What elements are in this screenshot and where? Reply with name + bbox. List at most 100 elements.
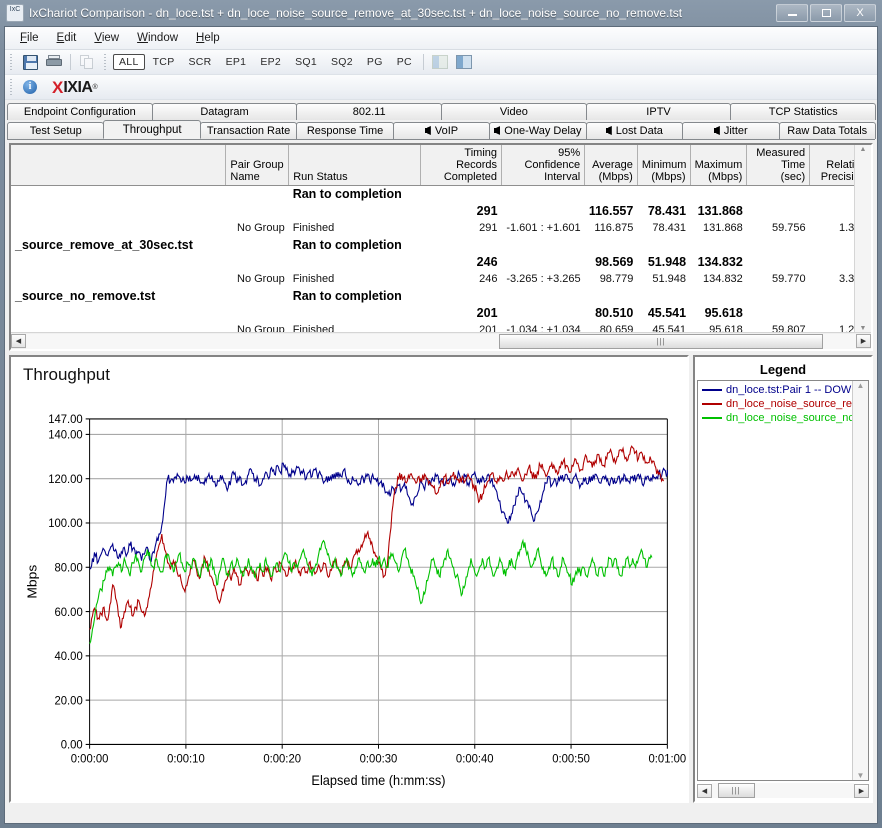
maximize-button[interactable] bbox=[810, 4, 842, 22]
table-row[interactable]: _source_remove_at_30sec.tst Ran to comple… bbox=[11, 237, 871, 254]
hscroll-track[interactable]: ||| bbox=[26, 333, 856, 349]
legend-scroll-left-icon[interactable]: ◀ bbox=[697, 783, 712, 798]
y-tick-label: 40.00 bbox=[54, 650, 83, 664]
tab-lost-data[interactable]: Lost Data bbox=[585, 122, 684, 139]
save-button[interactable] bbox=[19, 52, 41, 72]
filter-button-ep1[interactable]: EP1 bbox=[220, 54, 253, 70]
split-pane-button[interactable] bbox=[429, 52, 451, 72]
filter-button-ep2[interactable]: EP2 bbox=[254, 54, 287, 70]
col-header-95-confidence-interval[interactable]: 95% Confidence Interval bbox=[501, 145, 586, 186]
tab-throughput[interactable]: Throughput bbox=[103, 120, 201, 139]
copy-icon bbox=[80, 54, 94, 70]
tab-test-setup[interactable]: Test Setup bbox=[7, 122, 105, 139]
filter-button-sq2[interactable]: SQ2 bbox=[325, 54, 359, 70]
legend-item[interactable]: dn_loce_noise_source_rer bbox=[701, 397, 868, 411]
col-header-blank[interactable] bbox=[11, 145, 227, 186]
table-row[interactable]: 201 80.510 45.541 95.618 bbox=[11, 305, 871, 322]
filter-button-scr[interactable]: SCR bbox=[183, 54, 218, 70]
toolbar-grip[interactable] bbox=[9, 54, 15, 70]
cell-min: 51.948 bbox=[652, 273, 687, 285]
legend-label: dn_loce_noise_source_nc bbox=[726, 412, 854, 424]
filter-button-all[interactable]: ALL bbox=[113, 54, 145, 70]
tab-tcp-statistics[interactable]: TCP Statistics bbox=[730, 103, 877, 120]
cell-records: 246 bbox=[476, 255, 498, 269]
legend-horizontal-scrollbar[interactable]: ◀ ||| ▶ bbox=[697, 782, 869, 799]
cell-records bbox=[420, 237, 501, 254]
tab-one-way-delay[interactable]: One-Way Delay bbox=[489, 122, 587, 139]
tab-voip[interactable]: VoIP bbox=[392, 122, 491, 139]
legend-hscroll-track[interactable]: ||| bbox=[712, 783, 854, 798]
scroll-up-icon[interactable]: ▲ bbox=[860, 145, 867, 154]
tab-jitter[interactable]: Jitter bbox=[682, 122, 780, 139]
cell-min bbox=[637, 186, 690, 204]
tab-datagram[interactable]: Datagram bbox=[151, 103, 298, 120]
tab-iptv[interactable]: IPTV bbox=[585, 103, 732, 120]
tab-response-time[interactable]: Response Time bbox=[296, 122, 394, 139]
filter-button-pc[interactable]: PC bbox=[391, 54, 418, 70]
legend-scroll-right-icon[interactable]: ▶ bbox=[854, 783, 869, 798]
x-tick-label: 0:00:20 bbox=[263, 752, 301, 766]
tab-label: Transaction Rate bbox=[206, 125, 291, 137]
tab-raw-data-totals[interactable]: Raw Data Totals bbox=[778, 122, 876, 139]
table-horizontal-scrollbar[interactable]: ◀ ||| ▶ bbox=[11, 332, 871, 349]
title-bar: IxC IxChariot Comparison - dn_loce.tst +… bbox=[0, 0, 882, 26]
table-vertical-scrollbar[interactable]: ▲ ▼ bbox=[854, 145, 871, 333]
results-table: Pair Group Name Run Status Timing Records Co… bbox=[11, 145, 871, 339]
tab-bars: Endpoint Configuration Datagram 802.11 Vide… bbox=[5, 100, 877, 140]
legend-item[interactable]: dn_loce.tst:Pair 1 -- DOWN bbox=[701, 383, 868, 397]
cell-name bbox=[11, 186, 226, 204]
cell-avg bbox=[585, 288, 638, 305]
legend-color-swatch bbox=[702, 403, 722, 405]
filter-button-sq1[interactable]: SQ1 bbox=[289, 54, 323, 70]
legend-item[interactable]: dn_loce_noise_source_nc bbox=[701, 411, 868, 425]
legend-vertical-scrollbar[interactable]: ▲ ▼ bbox=[852, 381, 868, 780]
y-tick-label: 0.00 bbox=[61, 738, 83, 752]
copy-button[interactable] bbox=[76, 52, 98, 72]
col-header-pair-group-name[interactable]: Pair Group Name bbox=[225, 145, 290, 186]
legend-hscroll-thumb[interactable]: ||| bbox=[717, 783, 755, 798]
menu-item-file[interactable]: File bbox=[11, 29, 48, 47]
table-row[interactable]: Ran to completion bbox=[11, 186, 871, 204]
window-title: IxChariot Comparison - dn_loce.tst + dn_… bbox=[29, 6, 683, 20]
toolbar-grip-2[interactable] bbox=[103, 54, 109, 70]
table-row[interactable]: No Group Finished 291 -1.601 : +1.601 116.87… bbox=[11, 220, 871, 237]
table-row[interactable]: _source_no_remove.tst Ran to completion bbox=[11, 288, 871, 305]
hscroll-thumb[interactable]: ||| bbox=[499, 333, 823, 349]
tab-video[interactable]: Video bbox=[441, 103, 587, 120]
tab-802-11[interactable]: 802.11 bbox=[296, 103, 443, 120]
y-tick-label: 20.00 bbox=[54, 694, 83, 708]
minimize-button[interactable] bbox=[776, 4, 808, 22]
col-header-maximum-mbps-[interactable]: Maximum (Mbps) bbox=[690, 145, 748, 186]
filter-button-pg[interactable]: PG bbox=[361, 54, 389, 70]
menu-item-help[interactable]: Help bbox=[187, 29, 229, 47]
close-button[interactable]: X bbox=[844, 4, 876, 22]
menu-item-edit[interactable]: Edit bbox=[48, 29, 86, 47]
brand-toolbar-grip[interactable] bbox=[9, 79, 15, 95]
info-button[interactable]: i bbox=[19, 77, 41, 97]
toolbar-primary: ALL TCP SCR EP1 EP2 SQ1 SQ2 PG PC bbox=[5, 50, 877, 75]
table-header-row: Pair Group Name Run Status Timing Records Co… bbox=[11, 145, 871, 186]
chart-title: Throughput bbox=[23, 365, 110, 384]
menu-item-window[interactable]: Window bbox=[128, 29, 187, 47]
scroll-right-icon[interactable]: ▶ bbox=[856, 334, 871, 348]
speaker-icon bbox=[713, 126, 721, 135]
col-header-minimum-mbps-[interactable]: Minimum (Mbps) bbox=[637, 145, 691, 186]
legend-scroll-down-icon[interactable]: ▼ bbox=[857, 771, 865, 780]
col-header-timing-records-completed[interactable]: Timing Records Completed bbox=[420, 145, 503, 186]
filter-button-tcp[interactable]: TCP bbox=[147, 54, 181, 70]
col-header-run-status[interactable]: Run Status bbox=[288, 145, 421, 186]
col-header-average-mbps-[interactable]: Average (Mbps) bbox=[584, 145, 638, 186]
cell-status: Ran to completion bbox=[292, 238, 402, 252]
col-header-measured-time-sec-[interactable]: Measured Time (sec) bbox=[746, 145, 811, 186]
scroll-left-icon[interactable]: ◀ bbox=[11, 334, 26, 348]
table-row[interactable]: 291 116.557 78.431 131.868 bbox=[11, 203, 871, 220]
tab-transaction-rate[interactable]: Transaction Rate bbox=[199, 122, 298, 139]
new-window-button[interactable] bbox=[453, 52, 475, 72]
menu-item-view[interactable]: View bbox=[85, 29, 128, 47]
tab-endpoint-configuration[interactable]: Endpoint Configuration bbox=[7, 103, 153, 120]
print-button[interactable] bbox=[43, 52, 65, 72]
table-row[interactable]: 246 98.569 51.948 134.832 bbox=[11, 254, 871, 271]
cell-group bbox=[226, 237, 289, 254]
legend-scroll-up-icon[interactable]: ▲ bbox=[857, 381, 865, 390]
table-row[interactable]: No Group Finished 246 -3.265 : +3.265 98.779… bbox=[11, 271, 871, 288]
